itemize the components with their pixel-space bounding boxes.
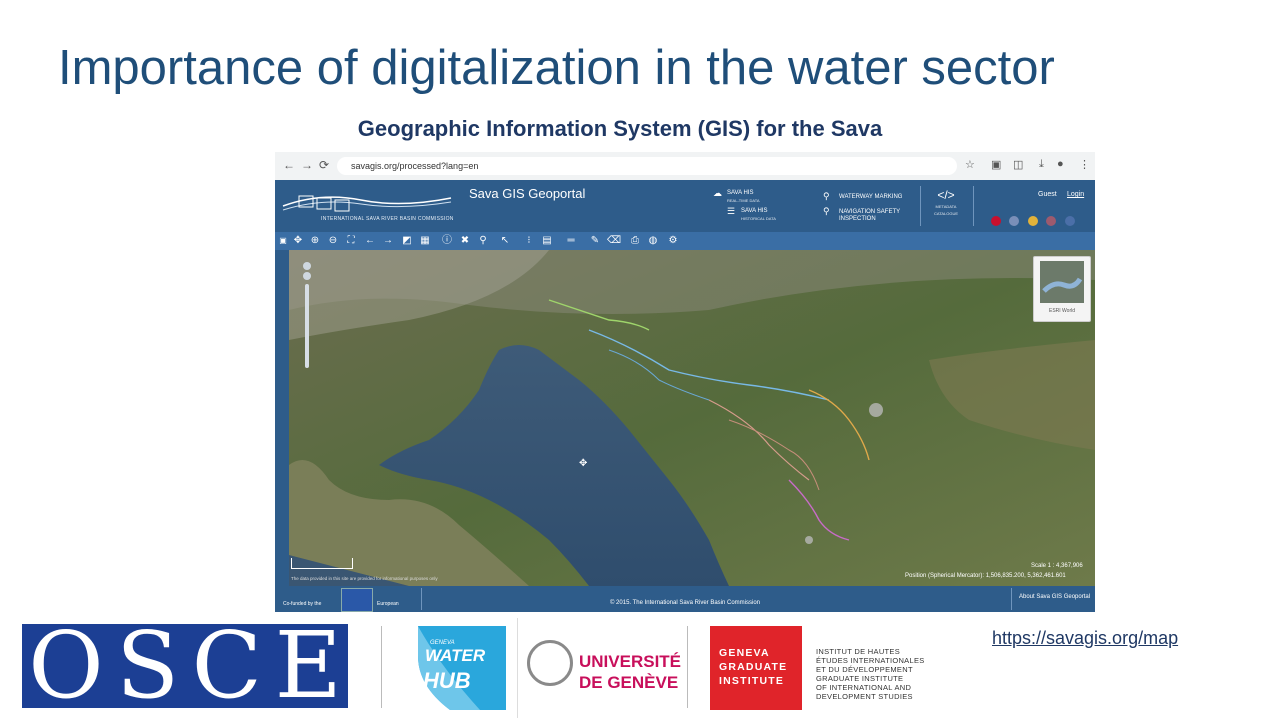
flag-ba-icon[interactable] [1027, 216, 1038, 226]
slide-subtitle: Geographic Information System (GIS) for … [357, 116, 883, 141]
profile-avatar-icon[interactable]: ● [1057, 158, 1064, 170]
about-link[interactable]: About Sava GIS Geoportal [1019, 594, 1090, 600]
cloud-icon: ☁ [713, 188, 722, 198]
basemap-thumbnail [1040, 261, 1084, 303]
metadata-catalogue-button[interactable]: </> METADATA CATALOGUE [933, 188, 959, 217]
graduate-institute-logo: GENEVA GRADUATE INSTITUTE [710, 626, 802, 710]
delete-icon[interactable]: ✖ [459, 234, 471, 247]
svg-text:✥: ✥ [579, 458, 587, 469]
disclaimer-text: The data provided in this site are provi… [291, 576, 438, 581]
map-canvas[interactable]: ✥ The data provided in this site are pro… [289, 250, 1095, 586]
extension-icon[interactable]: ▣ [991, 158, 1001, 171]
scale-readout: Scale 1 : 4,367,906 [1031, 563, 1083, 569]
address-bar[interactable]: savagis.org/processed?lang=en [337, 157, 957, 175]
flag-si-icon[interactable] [1009, 216, 1020, 226]
list-icon: ☰ [727, 206, 736, 216]
geoportal-footer: Co-funded by the European © 2015. The In… [275, 586, 1095, 612]
zoom-slider[interactable] [301, 262, 311, 370]
link-icon: ⚲ [823, 191, 830, 201]
menu-waterway-marking[interactable]: ⚲ WATERWAY MARKING [823, 192, 902, 201]
logo-divider [687, 626, 688, 708]
slide-title: Importance of digitalization in the wate… [58, 41, 1055, 95]
erase-icon[interactable]: ⌫ [607, 234, 621, 247]
zoom-in-box-icon[interactable]: ⊕ [309, 234, 321, 247]
full-extent-icon[interactable]: ⛶ [345, 234, 357, 247]
download-icon[interactable]: ⤓ [1039, 158, 1044, 171]
waterhub-hub: HUB [423, 668, 471, 693]
collapse-icon[interactable]: ▣ [277, 234, 289, 247]
flag-en-icon[interactable] [991, 216, 1001, 226]
graduate-institute-description: INSTITUT DE HAUTES ÉTUDES INTERNATIONALE… [816, 647, 925, 701]
waterhub-water: WATER [425, 646, 486, 665]
map-toolbar: ▣ ✥ ⊕ ⊖ ⛶ ← → ◩ ▦ ⓘ ✖ ⚲ ↖ ⁝ ▤ ═ ✎ ⌫ ⎙ ◍ … [275, 232, 1095, 250]
menu-sava-his-realtime[interactable]: ☁ SAVA HIS REAL-TIME DATA [713, 189, 760, 204]
info-icon[interactable]: ⓘ [441, 234, 453, 247]
select-grid-icon[interactable]: ⁝ [523, 234, 535, 247]
logo-divider [517, 618, 518, 718]
geoportal-screenshot: ← → ⟳ savagis.org/processed?lang=en ☆ ▣ … [275, 152, 1095, 612]
isrbc-logo[interactable]: INTERNATIONAL SAVA RIVER BASIN COMMISSIO… [281, 186, 456, 228]
back-icon[interactable]: ← [283, 158, 295, 172]
code-icon: </> [937, 188, 955, 202]
print-icon[interactable]: ⎙ [629, 234, 641, 247]
unige-logo-text: UNIVERSITÉ DE GENÈVE [579, 652, 682, 692]
clear-selection-icon[interactable]: ▤ [541, 234, 553, 247]
reload-icon[interactable]: ⟳ [319, 158, 329, 172]
grid-icon[interactable]: ▦ [419, 234, 431, 247]
select-arrow-icon[interactable]: ↖ [499, 234, 511, 247]
satellite-map-image: ✥ [289, 250, 1095, 586]
search-icon[interactable]: ⚲ [477, 234, 489, 247]
previous-extent-icon[interactable]: ← [364, 234, 376, 247]
extensions-puzzle-icon[interactable]: ◫ [1013, 158, 1023, 171]
unige-seal-icon [527, 640, 573, 686]
osce-logo: O S C E [22, 620, 348, 712]
login-link[interactable]: Login [1067, 191, 1084, 198]
geoportal-title: Sava GIS Geoportal [469, 186, 586, 201]
flag-rs-icon[interactable] [1064, 216, 1075, 226]
menu-sava-his-historical[interactable]: ☰ SAVA HIS HISTORICAL DATA [727, 207, 776, 222]
pan-icon[interactable]: ✥ [292, 234, 304, 247]
footer-divider [1011, 588, 1012, 610]
header-divider [973, 186, 974, 226]
logo-caption: INTERNATIONAL SAVA RIVER BASIN COMMISSIO… [321, 216, 454, 222]
settings-gear-icon[interactable]: ⚙ [667, 234, 679, 247]
flag-hr-icon[interactable] [1046, 216, 1057, 226]
header-divider [920, 186, 921, 226]
draw-icon[interactable]: ✎ [589, 234, 601, 247]
zoom-out-box-icon[interactable]: ⊖ [327, 234, 339, 247]
menu-navigation-safety[interactable]: ⚲ NAVIGATION SAFETY INSPECTION [823, 207, 900, 223]
footer-copyright: © 2015. The International Sava River Bas… [609, 600, 761, 606]
link-icon: ⚲ [823, 206, 830, 216]
logo-divider [381, 626, 382, 708]
globe-icon[interactable]: ◍ [647, 234, 659, 247]
menu-dots-icon[interactable]: ⋮ [1079, 158, 1090, 171]
guest-label: Guest [1038, 191, 1057, 198]
basemap-label: ESRI World [1048, 308, 1076, 314]
measure-icon[interactable]: ═ [565, 234, 577, 247]
basemap-switcher[interactable]: ESRI World [1033, 256, 1091, 322]
scale-bar [291, 558, 353, 569]
map-layers-icon[interactable]: ◩ [401, 234, 413, 247]
zoom-in-icon[interactable] [303, 262, 311, 270]
zoom-track[interactable] [305, 284, 309, 368]
savagis-link[interactable]: https://savagis.org/map [992, 628, 1178, 649]
geoportal-header: INTERNATIONAL SAVA RIVER BASIN COMMISSIO… [275, 180, 1095, 232]
language-flags [991, 213, 1079, 231]
next-extent-icon[interactable]: → [382, 234, 394, 247]
footer-divider [421, 588, 422, 610]
browser-toolbar: ← → ⟳ savagis.org/processed?lang=en ☆ ▣ … [275, 152, 1095, 181]
position-readout: Position (Spherical Mercator): 1,506,835… [905, 573, 1066, 579]
side-panel-strip[interactable] [275, 250, 289, 586]
forward-icon[interactable]: → [301, 158, 313, 172]
bookmark-star-icon[interactable]: ☆ [965, 158, 975, 171]
zoom-out-icon[interactable] [303, 272, 311, 280]
